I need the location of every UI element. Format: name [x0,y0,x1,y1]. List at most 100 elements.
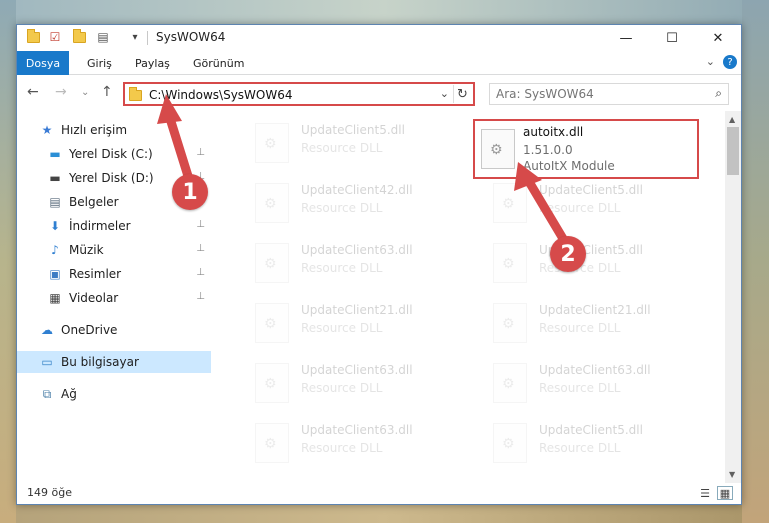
file-item[interactable]: UpdateClient5.dll Resource DLL [479,415,713,471]
dll-file-icon [493,423,527,463]
sidebar-item-müzik[interactable]: ♪ Müzik ⊥ [17,239,211,261]
file-item[interactable]: UpdateClient21.dll Resource DLL [241,295,475,351]
desktop-background-top [0,0,769,24]
large-icons-view-icon[interactable]: ▦ [717,486,733,500]
file-name: UpdateClient63.dll [301,363,413,377]
file-item[interactable]: UpdateClient63.dll Resource DLL [241,355,475,411]
file-version: 1.51.0.0 [523,143,573,157]
sidebar-item-label: Hızlı erişim [61,123,128,137]
ribbon-tabs: Dosya Giriş Paylaş Görünüm ⌄ ? [17,51,741,75]
pin-icon[interactable]: ⊥ [196,219,205,230]
annotation-callout-2: 2 [550,236,586,272]
file-description: Resource DLL [539,441,621,455]
desktop-background-left [0,0,16,523]
search-box[interactable]: ⌕ [489,83,729,105]
new-folder-icon[interactable] [71,28,87,45]
tab-share[interactable]: Paylaş [125,51,180,75]
file-item[interactable]: UpdateClient63.dll Resource DLL [241,415,475,471]
drive-icon: ▬ [49,171,61,185]
sidebar-item-label: Yerel Disk (C:) [69,147,153,161]
forward-button[interactable]: → [55,84,67,100]
file-item-autoitx[interactable]: autoitx.dll 1.51.0.0 AutoItX Module [473,119,699,179]
customize-quick-access-icon[interactable]: ▤ [95,29,111,45]
sidebar-item-label: Müzik [69,243,104,257]
file-name: UpdateClient63.dll [301,423,413,437]
tab-home[interactable]: Giriş [77,51,122,75]
dll-file-icon [493,303,527,343]
search-input[interactable] [496,87,696,101]
file-description: AutoItX Module [523,159,615,173]
file-name: UpdateClient21.dll [539,303,651,317]
file-item[interactable]: UpdateClient63.dll Resource DLL [479,355,713,411]
file-description: Resource DLL [539,321,621,335]
maximize-button[interactable]: ☐ [649,25,695,51]
quick-access-dropdown-icon[interactable]: ▾ [127,29,143,45]
file-list: UpdateClient5.dll Resource DLL UpdateClien… [225,111,725,483]
desktop-background-bottom [0,505,769,523]
sidebar-item-onedrive[interactable]: ☁ OneDrive [17,319,211,341]
back-button[interactable]: ← [27,84,39,100]
sidebar-item-label: İndirmeler [69,219,131,233]
sidebar-item-yerel-disk-c-[interactable]: ▬ Yerel Disk (C:) ⊥ [17,143,211,165]
expand-ribbon-icon[interactable]: ⌄ [706,55,715,69]
vertical-scrollbar[interactable]: ▲ ▼ [725,111,741,483]
file-item[interactable]: UpdateClient5.dllResource DLL [479,235,713,291]
file-item[interactable]: UpdateClient21.dll Resource DLL [479,295,713,351]
sidebar-item-label: Bu bilgisayar [61,355,139,369]
refresh-button[interactable]: ↻ [453,85,471,103]
sidebar-item-ağ[interactable]: ⧉ Ağ [17,383,211,405]
details-view-icon[interactable]: ☰ [697,486,713,500]
file-name: UpdateClient21.dll [301,303,413,317]
close-button[interactable]: ✕ [695,25,741,51]
scroll-down-icon[interactable]: ▼ [729,470,735,479]
minimize-button[interactable]: — [603,25,649,51]
sidebar-item-videolar[interactable]: ▦ Videolar ⊥ [17,287,211,309]
file-name: UpdateClient5.dll [301,123,405,137]
pin-icon[interactable]: ⊥ [196,147,205,158]
scroll-up-icon[interactable]: ▲ [729,115,735,124]
sidebar-item-resimler[interactable]: ▣ Resimler ⊥ [17,263,211,285]
folder-icon [25,28,41,45]
pin-icon[interactable]: ⊥ [196,291,205,302]
help-icon[interactable]: ? [723,55,737,69]
status-bar: 149 öğe ☰ ▦ [17,483,741,504]
sidebar-item-label: OneDrive [61,323,118,337]
address-bar[interactable]: C:\Windows\SysWOW64 ⌄ ↻ [123,82,475,106]
dll-file-icon [481,129,515,169]
search-icon[interactable]: ⌕ [715,86,722,101]
file-description: Resource DLL [301,441,383,455]
dll-file-icon [255,303,289,343]
tab-view[interactable]: Görünüm [183,51,254,75]
file-name: UpdateClient5.dll [539,423,643,437]
pin-icon[interactable]: ⊥ [196,243,205,254]
sidebar-item-i-ndirmeler[interactable]: ⬇ İndirmeler ⊥ [17,215,211,237]
dll-file-icon [255,183,289,223]
address-dropdown-icon[interactable]: ⌄ [440,87,449,100]
file-item[interactable]: UpdateClient63.dll Resource DLL [241,235,475,291]
download-icon: ⬇ [49,219,61,233]
scroll-thumb[interactable] [727,127,739,175]
sidebar-item-label: Ağ [61,387,77,401]
properties-icon[interactable]: ☑ [47,29,63,45]
address-path: C:\Windows\SysWOW64 [149,88,293,102]
file-item[interactable]: UpdateClient5.dllResource DLL [479,175,713,231]
file-item[interactable]: UpdateClient5.dll Resource DLL [241,115,475,171]
sidebar-item-hızlı-erişim[interactable]: ★ Hızlı erişim [17,119,211,141]
file-description: Resource DLL [301,141,383,155]
cloud-icon: ☁ [41,323,53,337]
file-item[interactable]: UpdateClient42.dll Resource DLL [241,175,475,231]
title-bar: ☑ ▤ ▾ SysWOW64 — ☐ ✕ [17,25,741,51]
dll-file-icon [255,123,289,163]
pin-icon[interactable]: ⊥ [196,267,205,278]
dll-file-icon [493,243,527,283]
dll-file-icon [255,363,289,403]
computer-icon: ▭ [41,355,53,369]
tab-file[interactable]: Dosya [17,51,69,75]
star-icon: ★ [41,123,53,137]
annotation-callout-1: 1 [172,174,208,210]
file-name: UpdateClient63.dll [301,243,413,257]
up-button[interactable]: ↑ [101,84,113,100]
recent-locations-icon[interactable]: ⌄ [81,87,89,98]
dll-file-icon [493,363,527,403]
sidebar-item-bu-bilgisayar[interactable]: ▭ Bu bilgisayar [17,351,211,373]
